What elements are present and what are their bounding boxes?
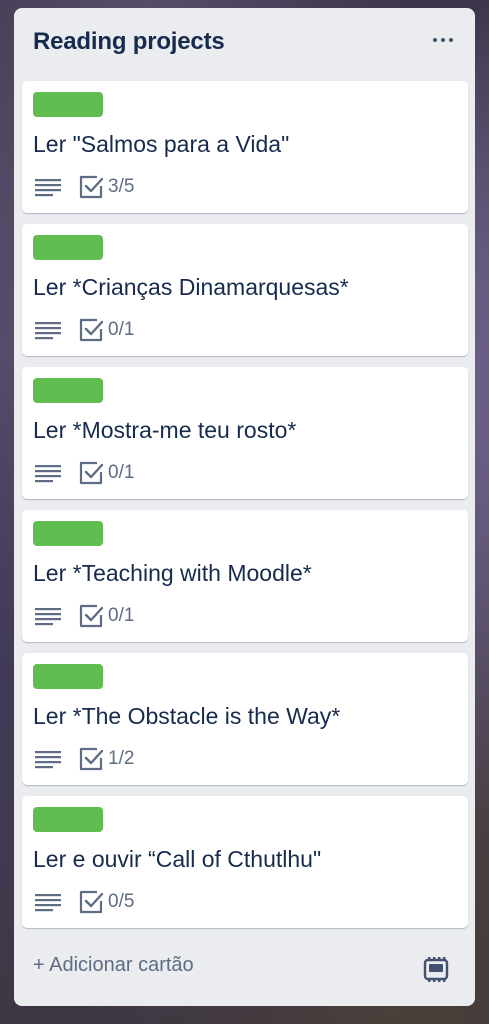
- green-label[interactable]: [33, 92, 103, 117]
- checklist-count: 0/1: [108, 605, 135, 626]
- card-title: Ler "Salmos para a Vida": [33, 131, 290, 157]
- card-badges: 1/2: [33, 744, 134, 774]
- card-title: Ler *Mostra-me teu rosto*: [33, 417, 297, 443]
- card[interactable]: Ler "Salmos para a Vida" 3/5: [22, 81, 468, 213]
- card-title: Ler e ouvir “Call of Cthutlhu": [33, 846, 322, 872]
- card[interactable]: Ler *Teaching with Moodle* 0/1: [22, 510, 468, 642]
- menu-dot: [441, 38, 445, 42]
- description-icon: [35, 751, 61, 769]
- checklist-icon: [79, 318, 104, 342]
- green-label[interactable]: [33, 378, 103, 403]
- card-badges: 0/5: [33, 887, 134, 917]
- description-icon: [35, 465, 61, 483]
- card-title: Ler *The Obstacle is the Way*: [33, 703, 341, 729]
- list-title[interactable]: Reading projects: [33, 28, 225, 56]
- card[interactable]: Ler *The Obstacle is the Way* 1/2: [22, 653, 468, 785]
- menu-dot: [449, 38, 453, 42]
- card-badges: 3/5: [33, 172, 134, 202]
- description-icon: [35, 608, 61, 626]
- card-badges: 0/1: [33, 458, 134, 488]
- list-column: Reading projects Ler "Salmos para a Vida…: [14, 8, 475, 1006]
- card-title: Ler *Teaching with Moodle*: [33, 560, 312, 586]
- checklist-icon: [79, 747, 104, 771]
- checklist-count: 0/1: [108, 319, 135, 340]
- description-icon: [35, 322, 61, 340]
- card-template-icon[interactable]: [421, 954, 451, 984]
- card-badges: 0/1: [33, 601, 134, 631]
- checklist-icon: [79, 461, 104, 485]
- checklist-count: 0/1: [108, 462, 135, 483]
- card[interactable]: Ler e ouvir “Call of Cthutlhu" 0/5: [22, 796, 468, 928]
- checklist-icon: [79, 890, 104, 914]
- card-list: Ler "Salmos para a Vida" 3/5 Ler *Crianç…: [22, 81, 468, 939]
- checklist-icon: [79, 604, 104, 628]
- description-icon: [35, 179, 61, 197]
- green-label[interactable]: [33, 235, 103, 260]
- description-icon: [35, 894, 61, 912]
- card-badges: 0/1: [33, 315, 134, 345]
- menu-dot: [433, 38, 437, 42]
- add-card-button[interactable]: + Adicionar cartão: [33, 954, 194, 977]
- list-header: Reading projects: [14, 8, 475, 80]
- green-label[interactable]: [33, 521, 103, 546]
- checklist-count: 0/5: [108, 891, 135, 912]
- checklist-icon: [79, 175, 104, 199]
- more-horizontal-icon[interactable]: [431, 28, 455, 52]
- green-label[interactable]: [33, 664, 103, 689]
- card[interactable]: Ler *Mostra-me teu rosto* 0/1: [22, 367, 468, 499]
- green-label[interactable]: [33, 807, 103, 832]
- checklist-count: 3/5: [108, 176, 135, 197]
- card-title: Ler *Crianças Dinamarquesas*: [33, 274, 349, 300]
- checklist-count: 1/2: [108, 748, 135, 769]
- card[interactable]: Ler *Crianças Dinamarquesas* 0/1: [22, 224, 468, 356]
- list-footer: + Adicionar cartão: [14, 942, 475, 1006]
